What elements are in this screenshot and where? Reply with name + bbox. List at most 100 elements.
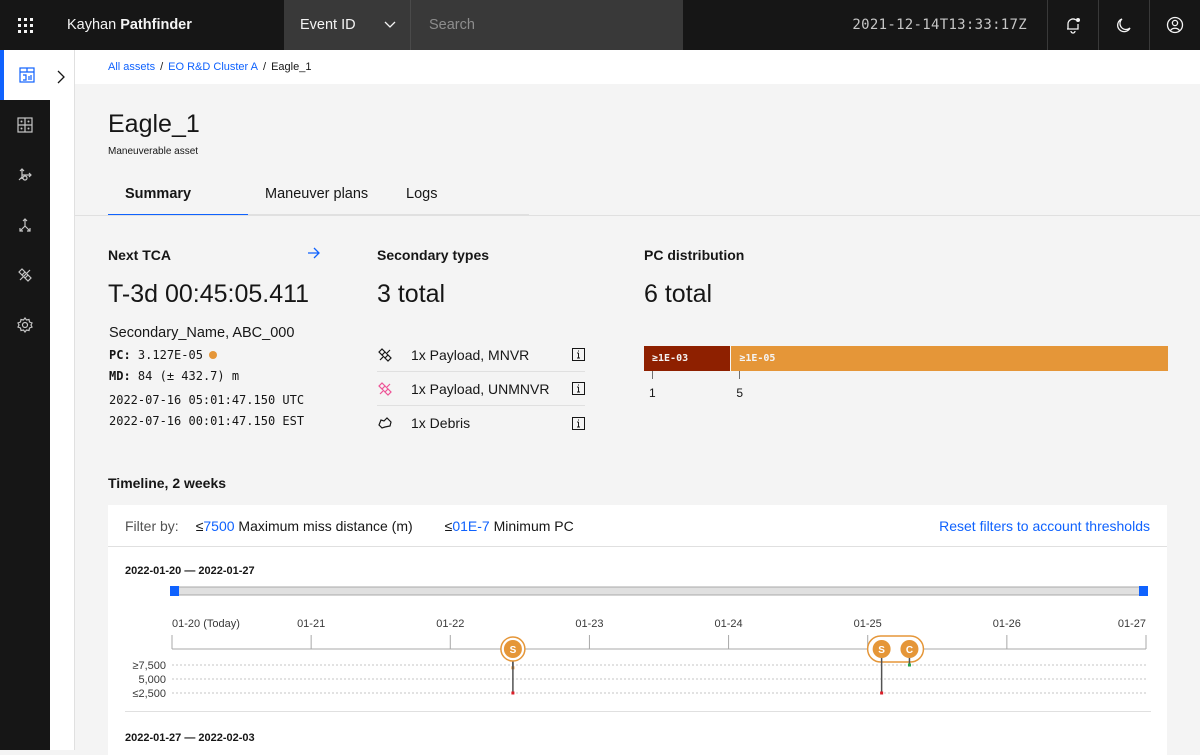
expand-panel-icon[interactable]	[56, 70, 66, 84]
breadcrumb-separator: /	[263, 61, 267, 73]
time-tick-label: 01-24	[715, 618, 743, 630]
time-tick-label: 01-27	[1118, 618, 1146, 630]
debris-icon	[378, 417, 392, 429]
pc-distribution-bar: ≥1E-03 ≥1E-05	[644, 346, 1168, 371]
event-md-point	[880, 691, 884, 695]
search-input[interactable]	[429, 17, 683, 33]
event-md-point	[511, 691, 515, 695]
week-range-label: 2022-01-27 — 2022-02-03	[125, 732, 255, 744]
time-tick-label: 01-22	[436, 618, 464, 630]
secondary-name: Secondary_Name, ABC_000	[109, 325, 295, 341]
event-marker-label: S	[878, 645, 885, 656]
pc-label: PC:	[109, 348, 131, 362]
filter-miss-distance-label: Maximum miss distance (m)	[238, 517, 413, 534]
pc-readout: PC: 3.127E-05	[109, 348, 217, 362]
pc-value: 3.127E-05	[137, 348, 203, 362]
time-tick-label: 01-26	[993, 618, 1021, 630]
page-title: Eagle_1	[108, 110, 200, 138]
tca-est: 2022-07-16 00:01:47.150 EST	[109, 414, 305, 428]
filter-label: Filter by:	[125, 517, 179, 534]
filter-min-pc-label: Minimum PC	[493, 517, 574, 534]
md-axis-label: ≥7,500	[132, 660, 166, 672]
payload-mnvr-icon	[378, 347, 392, 362]
range-handle-start[interactable]	[170, 586, 179, 596]
rail-expander	[50, 50, 75, 750]
secondary-type-row: 1x Payload, MNVR	[377, 338, 585, 372]
tab-summary[interactable]: Summary	[108, 174, 248, 216]
search-type-value: Event ID	[300, 17, 356, 33]
rail-item-settings[interactable]	[0, 300, 50, 350]
pc-distribution-title: PC distribution	[644, 247, 745, 263]
grid-assets-icon	[17, 117, 33, 133]
info-button[interactable]	[572, 348, 585, 361]
rail-item-network[interactable]	[0, 200, 50, 250]
theme-toggle-button[interactable]	[1098, 0, 1149, 50]
filter-miss-distance-value[interactable]: 7500	[203, 518, 234, 534]
time-tick-label: 01-25	[854, 618, 882, 630]
timeline-title: Timeline, 2 weeks	[108, 475, 227, 491]
secondary-type-label: 1x Payload, MNVR	[411, 346, 530, 363]
user-profile-button[interactable]	[1149, 0, 1200, 50]
week-divider	[125, 711, 1151, 712]
pc-segment-high[interactable]: ≥1E-03	[644, 346, 732, 371]
week-timeline-chart: 01-20 (Today) 01-21 01-22 01-23 01-24 01-25 01…	[132, 586, 1148, 700]
notifications-button[interactable]	[1047, 0, 1098, 50]
info-icon	[572, 382, 585, 395]
rail-item-assets[interactable]	[0, 100, 50, 150]
app-switcher-button[interactable]	[0, 0, 50, 50]
satellite-icon	[18, 268, 32, 282]
rail-item-maneuver[interactable]	[0, 150, 50, 200]
tca-utc: 2022-07-16 05:01:47.150 UTC	[109, 393, 305, 407]
breadcrumb: All assets / EO R&D Cluster A / Eagle_1	[75, 50, 1200, 84]
rail-item-satellite[interactable]	[0, 250, 50, 300]
breadcrumb-all-assets[interactable]: All assets	[108, 61, 155, 73]
user-avatar-icon	[1166, 16, 1184, 34]
filter-miss-distance: ≤7500 Maximum miss distance (m)	[196, 518, 413, 534]
dashboard-icon	[19, 67, 35, 83]
search-box[interactable]	[411, 0, 683, 50]
tca-countdown: T-3d 00:45:05.411	[108, 280, 310, 308]
timeline-panel: Filter by: ≤7500 Maximum miss distance (…	[108, 505, 1167, 755]
range-handle-end[interactable]	[1139, 586, 1148, 596]
tabs-divider	[75, 215, 1200, 216]
md-readout: MD: 84 (± 432.7) m	[109, 369, 239, 383]
app-brand[interactable]: Kayhan Pathfinder	[50, 0, 284, 50]
bell-icon	[1067, 18, 1080, 34]
grid-menu-icon	[17, 17, 33, 33]
payload-unmnvr-icon	[378, 381, 392, 396]
secondary-type-row: 1x Debris	[377, 406, 585, 440]
info-icon	[572, 416, 585, 430]
pc-tick	[739, 371, 741, 379]
pc-tick	[652, 371, 653, 379]
secondary-type-row: 1x Payload, UNMNVR	[377, 372, 585, 406]
info-button[interactable]	[572, 382, 585, 395]
filter-min-pc: ≤01E-7 Minimum PC	[445, 518, 574, 534]
brand-bold: Pathfinder	[120, 17, 192, 33]
time-tick-label: 01-20 (Today)	[172, 618, 240, 630]
pc-segment-medium[interactable]: ≥1E-05	[731, 346, 1168, 371]
moon-icon	[1117, 18, 1131, 33]
tab-logs[interactable]: Logs	[389, 174, 529, 216]
week-range-label: 2022-01-20 — 2022-01-27	[125, 565, 255, 577]
pc-tick-label: 1	[649, 386, 656, 400]
pc-distribution-total: 6 total	[644, 280, 713, 308]
secondary-type-label: 1x Debris	[411, 415, 471, 431]
breadcrumb-cluster[interactable]: EO R&D Cluster A	[168, 61, 258, 73]
tab-maneuver-plans[interactable]: Maneuver plans	[248, 174, 389, 216]
rail-item-dashboard[interactable]	[0, 50, 50, 100]
pc-status-dot	[208, 351, 217, 359]
arrow-right-icon[interactable]	[307, 247, 321, 259]
time-tick-label: 01-21	[297, 618, 325, 630]
secondary-types-total: 3 total	[377, 280, 446, 308]
info-button[interactable]	[572, 416, 585, 430]
filter-min-pc-value[interactable]: 01E-7	[452, 518, 489, 534]
tab-list: Summary Maneuver plans Logs	[108, 174, 529, 216]
chevron-down-icon	[384, 21, 396, 28]
info-icon	[572, 348, 585, 361]
gear-icon	[17, 317, 33, 333]
breadcrumb-separator: /	[160, 61, 164, 73]
maneuver-icon	[18, 168, 32, 181]
next-tca-title: Next TCA	[108, 247, 172, 263]
search-type-dropdown[interactable]: Event ID	[284, 0, 411, 50]
reset-filters-link[interactable]: Reset filters to account thresholds	[939, 518, 1150, 534]
